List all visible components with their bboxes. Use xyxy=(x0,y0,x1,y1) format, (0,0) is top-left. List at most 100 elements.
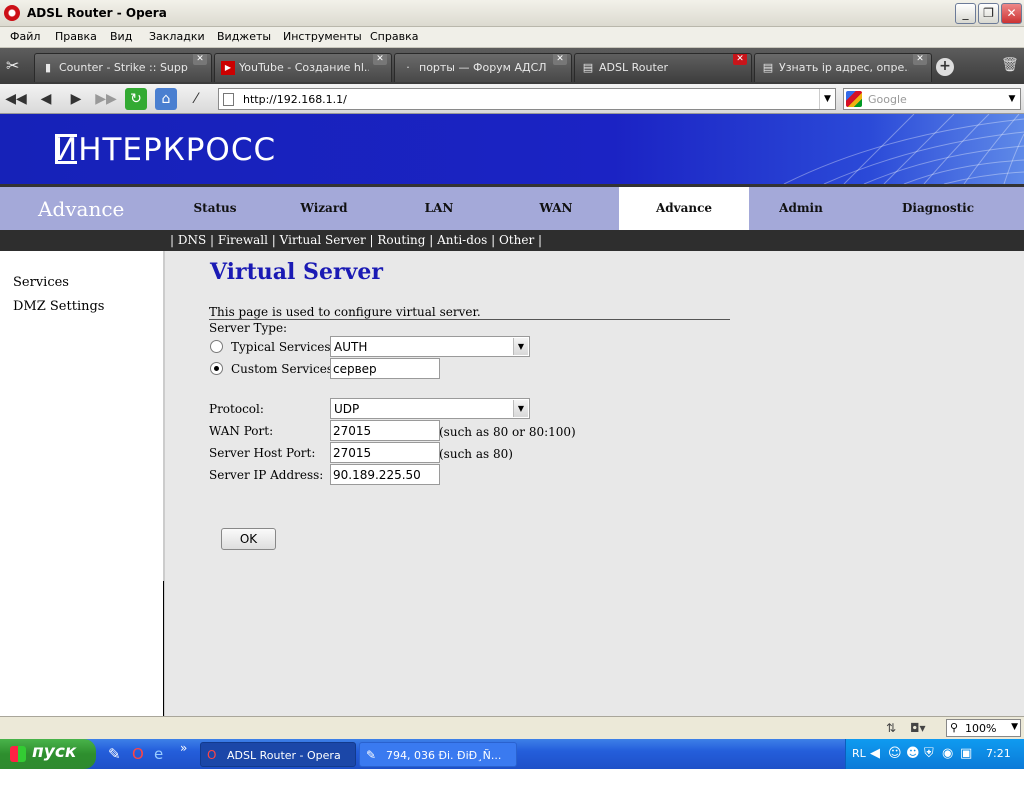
nav-advance[interactable]: Advance xyxy=(619,187,749,230)
menu-view[interactable]: Вид xyxy=(110,30,132,43)
tab-label: YouTube - Создание hl... xyxy=(239,61,369,74)
minimize-button[interactable]: _ xyxy=(955,3,976,24)
chevron-down-icon[interactable]: ▼ xyxy=(1004,89,1020,109)
server-host-port-hint: (such as 80) xyxy=(439,447,513,461)
status-bar: ⇅ ◘▾ ⚲ 100% ▼ xyxy=(0,716,1024,739)
camera-icon[interactable]: ◘▾ xyxy=(910,721,926,735)
sub-nav-links[interactable]: | DNS | Firewall | Virtual Server | Rout… xyxy=(170,233,542,247)
wan-port-hint: (such as 80 or 80:100) xyxy=(439,425,576,439)
google-icon[interactable] xyxy=(846,91,862,107)
chevron-right-icon[interactable]: » xyxy=(180,741,187,755)
nav-wan[interactable]: WAN xyxy=(506,187,606,230)
tab-label: порты — Форум АДСЛ ... xyxy=(419,61,549,74)
server-host-port-label: Server Host Port: xyxy=(209,446,316,460)
address-field[interactable]: http://192.168.1.1/ ▼ xyxy=(218,88,836,110)
nav-diagnostic[interactable]: Diagnostic xyxy=(878,187,998,230)
typical-services-label: Typical Services: xyxy=(231,340,335,354)
wan-port-label: WAN Port: xyxy=(209,424,274,438)
tab-counter-strike[interactable]: ▮ Counter - Strike :: Supp... ✕ xyxy=(34,53,212,82)
menu-widgets[interactable]: Виджеты xyxy=(217,30,271,43)
chevron-down-icon[interactable]: ▼ xyxy=(819,89,835,109)
shield-icon[interactable]: ⛨ xyxy=(924,746,934,761)
close-tab-icon[interactable]: ✕ xyxy=(193,54,207,65)
protocol-select[interactable]: UDP ▼ xyxy=(330,398,530,419)
menu-edit[interactable]: Правка xyxy=(55,30,97,43)
youtube-icon: ▶ xyxy=(221,61,235,75)
home-icon[interactable]: ⌂ xyxy=(155,88,177,110)
menu-tools[interactable]: Инструменты xyxy=(283,30,362,43)
search-field[interactable]: Google ▼ xyxy=(843,88,1021,110)
notepad-icon[interactable]: ✎ xyxy=(108,745,121,763)
router-page: ИНТЕРКРОСС Advance Status Wizard LAN WAN… xyxy=(0,114,1024,716)
tools-icon[interactable]: ✂ xyxy=(6,56,19,75)
start-button[interactable]: пуск xyxy=(0,739,96,769)
window-title: ADSL Router - Opera xyxy=(27,6,167,20)
tab-youtube[interactable]: ▶ YouTube - Создание hl... ✕ xyxy=(214,53,392,82)
taskbar-item-label: 794, 036 Đi. ĐiĐ¸Ñ... xyxy=(386,749,502,762)
opera-icon: O xyxy=(207,748,217,762)
sidebar-item-dmz-settings[interactable]: DMZ Settings xyxy=(13,299,104,314)
header-banner: ИНТЕРКРОСС xyxy=(0,114,1024,184)
screen-bottom xyxy=(0,769,1024,792)
edit-icon[interactable]: ⁄ xyxy=(185,88,207,110)
forward-icon[interactable]: ▶ xyxy=(65,88,87,110)
main-nav: Advance Status Wizard LAN WAN Advance Ad… xyxy=(0,187,1024,230)
server-ip-label: Server IP Address: xyxy=(209,468,324,482)
custom-services-label: Custom Services: xyxy=(231,362,338,376)
zoom-control[interactable]: ⚲ 100% ▼ xyxy=(946,719,1021,737)
sidebar-item-services[interactable]: Services xyxy=(13,275,69,290)
server-host-port-input[interactable]: 27015 xyxy=(330,442,440,463)
menu-help[interactable]: Справка xyxy=(370,30,418,43)
custom-services-radio[interactable] xyxy=(210,362,223,375)
tab-forum[interactable]: · порты — Форум АДСЛ ... ✕ xyxy=(394,53,572,82)
custom-services-input[interactable]: сервер xyxy=(330,358,440,379)
typical-services-radio[interactable] xyxy=(210,340,223,353)
close-tab-icon[interactable]: ✕ xyxy=(733,54,747,65)
sub-nav: | DNS | Firewall | Virtual Server | Rout… xyxy=(0,230,1024,251)
server-type-label: Server Type: xyxy=(209,321,288,335)
tray-app-icon[interactable]: ◉ xyxy=(942,746,953,761)
taskbar-item-opera[interactable]: O ADSL Router - Opera xyxy=(200,742,356,767)
nav-wizard[interactable]: Wizard xyxy=(274,187,374,230)
back-icon[interactable]: ◀ xyxy=(35,88,57,110)
opera-icon[interactable]: O xyxy=(132,745,144,763)
menu-file[interactable]: Файл xyxy=(10,30,40,43)
ok-button[interactable]: OK xyxy=(221,528,276,550)
taskbar-item-notepad[interactable]: ✎ 794, 036 Đi. ĐiĐ¸Ñ... xyxy=(359,742,517,767)
reload-icon[interactable]: ↻ xyxy=(125,88,147,110)
fast-forward-icon[interactable]: ▶▶ xyxy=(95,88,117,110)
nav-status[interactable]: Status xyxy=(165,187,265,230)
search-placeholder: Google xyxy=(868,93,907,106)
monitor-icon[interactable]: ▣ xyxy=(960,746,972,761)
taskbar: пуск ✎ O e » O ADSL Router - Opera ✎ 794… xyxy=(0,739,1024,769)
menu-bookmarks[interactable]: Закладки xyxy=(149,30,205,43)
wan-port-input[interactable]: 27015 xyxy=(330,420,440,441)
tray-app-icon[interactable]: ☺ xyxy=(888,746,902,761)
tab-adsl-router[interactable]: ▤ ADSL Router ✕ xyxy=(574,53,752,82)
page-icon xyxy=(223,93,234,106)
rewind-icon[interactable]: ◀◀ xyxy=(5,88,27,110)
divider xyxy=(163,581,164,716)
close-tab-icon[interactable]: ✕ xyxy=(553,54,567,65)
close-button[interactable]: ✕ xyxy=(1001,3,1022,24)
tab-ip-address[interactable]: ▤ Узнать ip адрес, опре... ✕ xyxy=(754,53,932,82)
typical-services-select[interactable]: AUTH ▼ xyxy=(330,336,530,357)
tab-label: Counter - Strike :: Supp... xyxy=(59,61,189,74)
network-icon[interactable]: ⇅ xyxy=(886,721,896,735)
trash-icon[interactable]: 🗑 xyxy=(1001,57,1019,73)
nav-lan[interactable]: LAN xyxy=(389,187,489,230)
restore-button[interactable]: ❐ xyxy=(978,3,999,24)
tray-app-icon[interactable]: ☻ xyxy=(906,746,920,761)
chevron-left-icon[interactable]: ◀ xyxy=(870,746,880,761)
server-ip-input[interactable]: 90.189.225.50 xyxy=(330,464,440,485)
navigation-bar: ◀◀ ◀ ▶ ▶▶ ↻ ⌂ ⁄ http://192.168.1.1/ ▼ Go… xyxy=(0,84,1024,114)
close-tab-icon[interactable]: ✕ xyxy=(913,54,927,65)
language-indicator[interactable]: RL xyxy=(852,747,866,760)
new-tab-icon[interactable]: + xyxy=(936,58,954,76)
ie-icon[interactable]: e xyxy=(154,745,163,763)
protocol-value: UDP xyxy=(334,402,360,416)
forum-icon: · xyxy=(406,61,410,74)
nav-admin[interactable]: Admin xyxy=(751,187,851,230)
chevron-down-icon[interactable]: ▼ xyxy=(1011,722,1018,732)
close-tab-icon[interactable]: ✕ xyxy=(373,54,387,65)
